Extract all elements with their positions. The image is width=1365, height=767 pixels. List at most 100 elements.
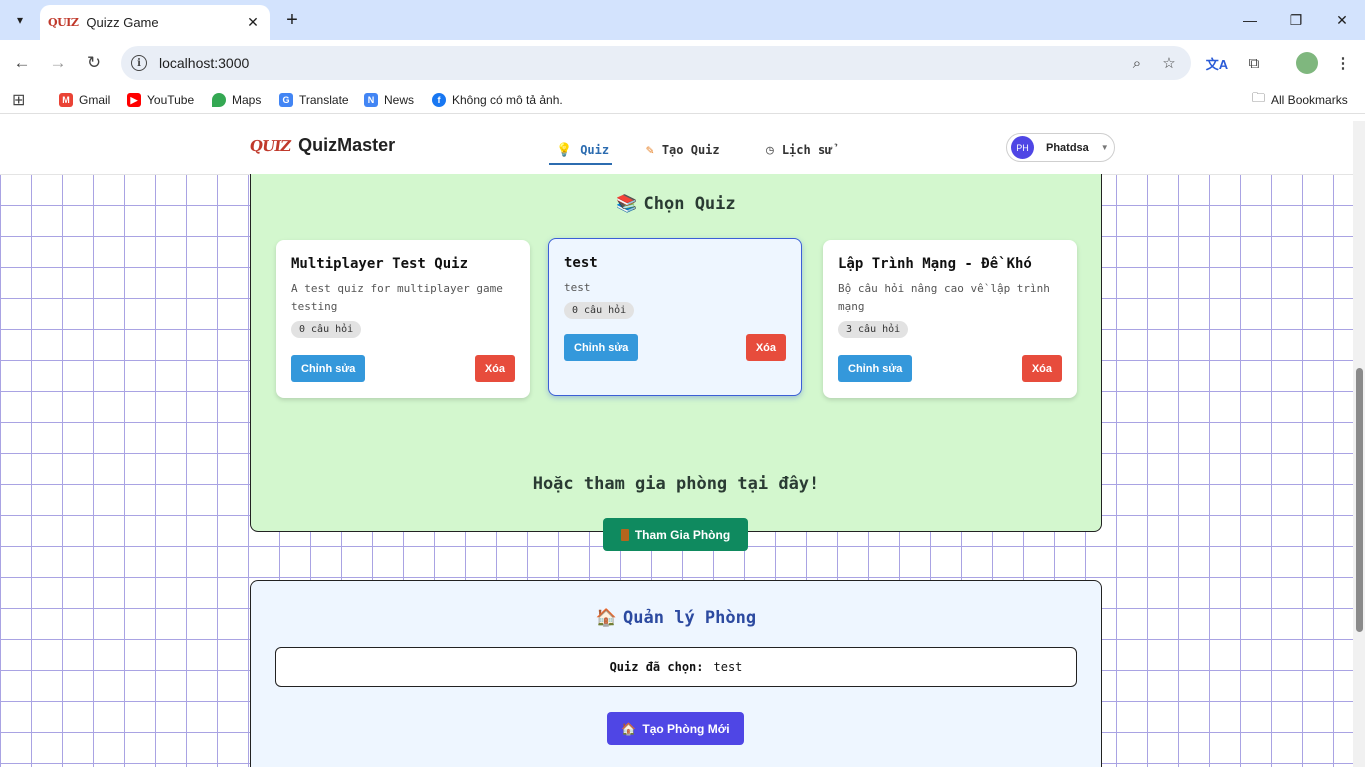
profile-avatar-icon[interactable] [1295, 51, 1319, 75]
quiz-card-description: A test quiz for multiplayer game testing [291, 282, 503, 313]
gmail-icon: M [59, 93, 73, 107]
url-text[interactable]: localhost:3000 [159, 55, 1121, 71]
edit-quiz-button[interactable]: Chỉnh sửa [564, 334, 639, 361]
bookmark-label: News [384, 93, 415, 107]
bookmark-youtube[interactable]: ▶ YouTube [127, 91, 194, 109]
join-room-button[interactable]: Tham Gia Phòng [603, 518, 748, 551]
bookmark-label: Không có mô tả ảnh. [452, 93, 563, 107]
tab-title: Quizz Game [86, 15, 159, 30]
tab-close-icon[interactable]: ✕ [244, 14, 262, 31]
site-info-icon[interactable]: i [131, 55, 147, 71]
quiz-card-selected[interactable]: test test 0 câu hỏi Chỉnh sửa Xóa [548, 238, 802, 396]
new-tab-icon[interactable]: + [280, 8, 304, 32]
books-icon: 📚 [616, 194, 638, 214]
section-title-text: Quản lý Phòng [623, 608, 757, 628]
question-count-badge: 0 câu hỏi [291, 321, 362, 338]
apps-grid-icon[interactable]: ⊞ [12, 91, 25, 109]
maps-icon [212, 93, 226, 107]
quiz-logo-icon: QUIZ [248, 136, 292, 155]
translate-extension-icon[interactable]: 文A [1205, 51, 1229, 75]
tab-search-chevron-icon[interactable]: ▾ [8, 8, 32, 32]
brand[interactable]: QUIZ QuizMaster [248, 135, 396, 156]
house-icon: 🏠 [595, 608, 618, 628]
bookmark-translate[interactable]: G Translate [279, 91, 349, 109]
bookmark-label: Maps [232, 93, 262, 107]
question-count-badge: 3 câu hỏi [838, 321, 909, 338]
quiz-selection-panel: 📚 Chọn Quiz Multiplayer Test Quiz A test … [250, 174, 1102, 551]
avatar: PH [1011, 136, 1034, 159]
reload-icon[interactable]: ↻ [82, 51, 106, 75]
quiz-card-description: Bộ câu hỏi nâng cao về lập trình mạng [838, 282, 1050, 313]
create-room-button[interactable]: 🏠 Tạo Phòng Mới [607, 712, 744, 745]
door-icon [620, 528, 629, 541]
all-bookmarks[interactable]: 🗀 All Bookmarks [1252, 90, 1348, 109]
app-header: QUIZ QuizMaster 💡 Quiz ✎ Tạo Quiz ◷ Lịch… [0, 121, 1353, 175]
brand-name: QuizMaster [298, 135, 396, 155]
quiz-card-title: Lập Trình Mạng - Đề Khó [838, 256, 1032, 272]
selected-quiz-label: Quiz đã chọn: [609, 660, 704, 674]
section-title-choose-quiz: 📚 Chọn Quiz [251, 194, 1101, 214]
bookmark-facebook[interactable]: f Không có mô tả ảnh. [432, 91, 563, 109]
all-bookmarks-label: All Bookmarks [1271, 93, 1348, 107]
selected-quiz-value: test [713, 660, 743, 674]
quiz-card[interactable]: Multiplayer Test Quiz A test quiz for mu… [276, 240, 530, 398]
folder-icon: 🗀 [1252, 90, 1266, 105]
bookmark-gmail[interactable]: M Gmail [59, 91, 110, 109]
zoom-icon[interactable]: ⌕ [1121, 55, 1153, 72]
bookmark-label: Gmail [79, 93, 111, 107]
delete-quiz-button[interactable]: Xóa [1021, 355, 1062, 382]
join-room-heading: Hoặc tham gia phòng tại đây! [532, 474, 820, 494]
pencil-icon: ✎ [646, 142, 654, 158]
close-window-icon[interactable]: ✕ [1319, 6, 1365, 34]
scrollbar-thumb[interactable] [1356, 368, 1363, 632]
browser-tab-bar: ▾ QUIZ Quizz Game ✕ + — ❐ ✕ [0, 0, 1365, 40]
create-room-label: Tạo Phòng Mới [642, 721, 730, 736]
caret-down-icon: ▼ [1100, 143, 1109, 152]
quiz-card[interactable]: Lập Trình Mạng - Đề Khó Bộ câu hỏi nâng … [823, 240, 1077, 398]
edit-quiz-button[interactable]: Chỉnh sửa [291, 355, 366, 382]
question-count-badge: 0 câu hỏi [564, 302, 635, 319]
quiz-card-title: Multiplayer Test Quiz [291, 256, 469, 272]
delete-quiz-button[interactable]: Xóa [474, 355, 515, 382]
bookmark-star-icon[interactable]: ☆ [1153, 54, 1185, 72]
page-scrollbar[interactable] [1353, 121, 1365, 767]
extensions-icon[interactable]: ⧉ [1242, 51, 1266, 75]
room-management-panel: 🏠 Quản lý Phòng Quiz đã chọn: test 🏠 Tạo P… [250, 580, 1102, 767]
browser-menu-icon[interactable]: ⋮ [1331, 51, 1355, 75]
browser-toolbar: ← → ↻ i localhost:3000 ⌕ ☆ 文A ⧉ ⋮ [0, 40, 1365, 86]
translate-icon: G [279, 93, 293, 107]
nav-tab-history[interactable]: ◷ Lịch sử [766, 138, 832, 162]
page-viewport: QUIZ QuizMaster 💡 Quiz ✎ Tạo Quiz ◷ Lịch… [0, 121, 1353, 767]
bookmark-maps[interactable]: Maps [212, 91, 261, 109]
user-menu[interactable]: PH Phatdsa ▼ [1006, 133, 1115, 162]
bookmark-label: YouTube [147, 93, 195, 107]
join-room-label: Tham Gia Phòng [634, 527, 731, 542]
restore-icon[interactable]: ❐ [1273, 6, 1319, 34]
edit-quiz-button[interactable]: Chỉnh sửa [838, 355, 913, 382]
bookmark-news[interactable]: N News [364, 91, 414, 109]
lightbulb-icon: 💡 [556, 142, 573, 158]
forward-icon[interactable]: → [46, 51, 70, 75]
bookmarks-bar: ⊞ M Gmail ▶ YouTube Maps G Translate N N… [0, 86, 1365, 114]
section-title-room-management: 🏠 Quản lý Phòng [251, 608, 1101, 628]
facebook-icon: f [432, 93, 446, 107]
news-icon: N [364, 93, 378, 107]
clock-icon: ◷ [766, 142, 774, 158]
user-name: Phatdsa [1046, 141, 1089, 154]
browser-tab[interactable]: QUIZ Quizz Game ✕ [40, 5, 270, 40]
active-tab-underline [549, 163, 612, 165]
nav-tab-create-quiz[interactable]: ✎ Tạo Quiz [646, 138, 720, 162]
nav-tab-label: Lịch sử [781, 143, 833, 157]
quiz-favicon-icon: QUIZ [48, 16, 79, 29]
quiz-card-title: test [564, 255, 598, 271]
bookmark-label: Translate [299, 93, 349, 107]
house-icon: 🏠 [621, 721, 637, 736]
nav-tab-quiz[interactable]: 💡 Quiz [556, 138, 609, 162]
back-icon[interactable]: ← [10, 51, 34, 75]
minimize-icon[interactable]: — [1227, 6, 1273, 34]
address-bar[interactable]: i localhost:3000 ⌕ ☆ [121, 46, 1191, 80]
quiz-card-description: test [564, 281, 591, 294]
delete-quiz-button[interactable]: Xóa [745, 334, 786, 361]
nav-tab-label: Tạo Quiz [661, 143, 720, 157]
section-title-text: Chọn Quiz [643, 194, 736, 214]
